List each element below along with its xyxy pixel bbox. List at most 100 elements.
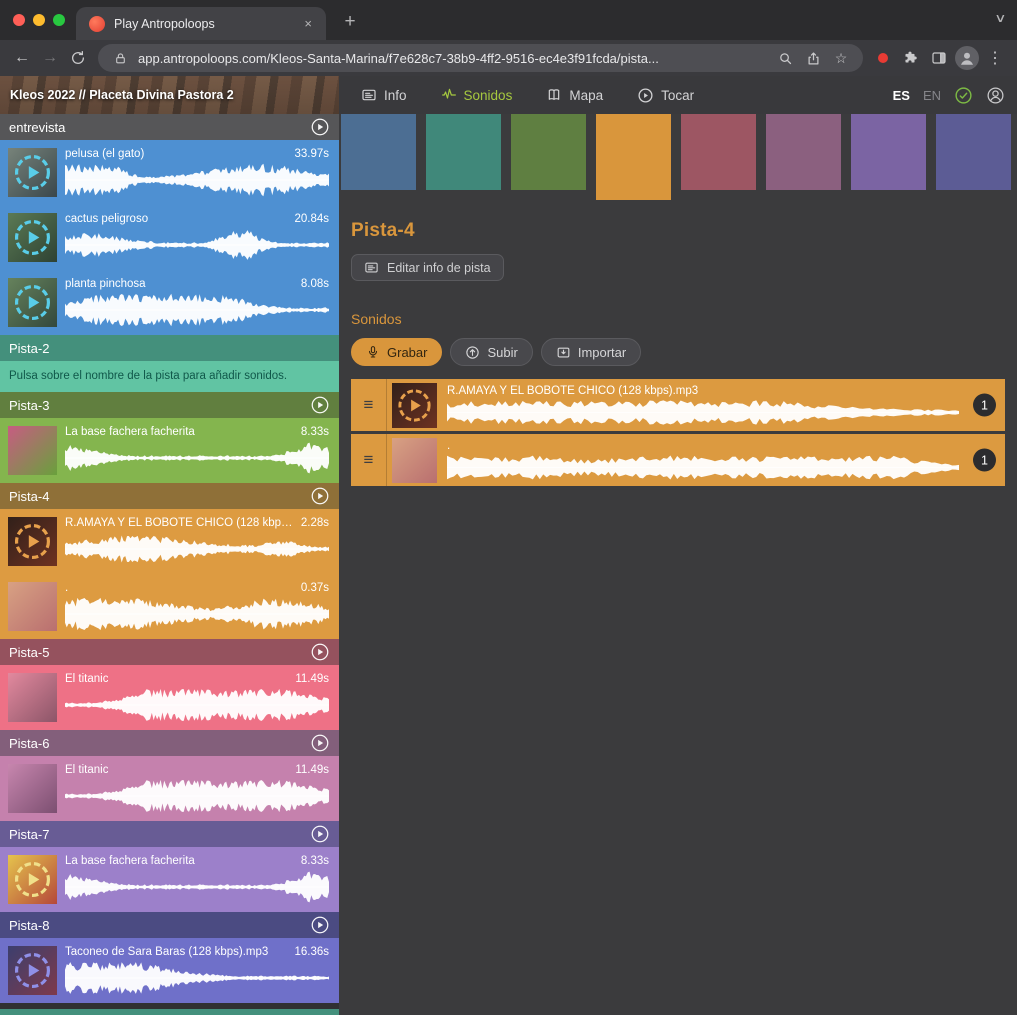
breadcrumb-text: Kleos 2022 // Placeta Divina Pastora 2 <box>10 88 234 102</box>
lang-es[interactable]: ES <box>893 88 910 103</box>
extensions-puzzle-icon[interactable] <box>897 44 925 72</box>
track-header-pista-2[interactable]: Pista-2 <box>0 335 339 361</box>
profile-avatar[interactable] <box>953 44 981 72</box>
track-swatch-3[interactable] <box>511 114 586 190</box>
sound-clip[interactable]: Taconeo de Sara Baras (128 kbps).mp3 16.3… <box>0 938 339 1003</box>
track-play-button[interactable] <box>310 733 330 753</box>
clip-body: El titanic11.49s <box>65 763 329 814</box>
track-swatch-5[interactable] <box>681 114 756 190</box>
clip-body: cactus peligroso20.84s <box>65 212 329 263</box>
sound-thumbnail <box>392 438 437 483</box>
sonidos-icon <box>441 87 457 103</box>
tab-close-icon[interactable]: × <box>300 15 316 32</box>
clip-duration: 2.28s <box>301 516 329 531</box>
lang-en[interactable]: EN <box>923 88 941 103</box>
sound-actions: Grabar Subir Importar <box>351 338 1005 366</box>
clip-body: La base fachera facherita8.33s <box>65 425 329 476</box>
subir-button[interactable]: Subir <box>450 338 532 366</box>
track-section-pista-6: Pista-6 El titanic11.49s <box>0 730 339 821</box>
sound-clip[interactable]: El titanic11.49s <box>0 756 339 821</box>
lock-icon <box>110 48 130 68</box>
track-header-pista-7[interactable]: Pista-7 <box>0 821 339 847</box>
nav-label: Info <box>384 88 407 103</box>
back-button[interactable]: ← <box>8 44 36 72</box>
address-bar[interactable]: app.antropoloops.com/Kleos-Santa-Marina/… <box>98 44 863 72</box>
zoom-icon[interactable] <box>775 48 795 68</box>
track-header-entrevista[interactable]: entrevista <box>0 114 339 140</box>
new-tab-button[interactable]: + <box>337 9 363 35</box>
importar-button[interactable]: Importar <box>541 338 641 366</box>
subir-icon <box>465 345 480 360</box>
sound-clip[interactable]: La base fachera facherita8.33s <box>0 847 339 912</box>
track-header-pista-6[interactable]: Pista-6 <box>0 730 339 756</box>
clip-play-icon[interactable] <box>8 148 57 197</box>
tab-mapa[interactable]: Mapa <box>546 87 603 103</box>
bookmark-star-icon[interactable]: ☆ <box>831 48 851 68</box>
sound-clip[interactable]: pelusa (el gato)33.97s <box>0 140 339 205</box>
track-play-button[interactable] <box>310 117 330 137</box>
track-play-button[interactable] <box>310 395 330 415</box>
track-swatch-7[interactable] <box>851 114 926 190</box>
clip-play-icon[interactable] <box>8 213 57 262</box>
recorder-extension-icon[interactable] <box>869 44 897 72</box>
track-header-pista-8[interactable]: Pista-8 <box>0 912 339 938</box>
sound-clip[interactable]: .0.37s <box>0 574 339 639</box>
clip-play-icon[interactable] <box>8 517 57 566</box>
minimize-window-button[interactable] <box>33 14 45 26</box>
sound-clip[interactable]: R.AMAYA Y EL BOBOTE CHICO (128 kbps)....… <box>0 509 339 574</box>
fullscreen-window-button[interactable] <box>53 14 65 26</box>
track-swatch-6[interactable] <box>766 114 841 190</box>
clip-play-icon[interactable] <box>8 855 57 904</box>
drag-handle-icon[interactable]: ≡ <box>351 379 387 431</box>
track-section-pista-3: Pista-3 La base fachera facherita8.33s <box>0 392 339 483</box>
sound-clip[interactable]: El titanic11.49s <box>0 665 339 730</box>
header-right: ES EN <box>893 76 1017 114</box>
forward-button[interactable]: → <box>36 44 64 72</box>
close-window-button[interactable] <box>13 14 25 26</box>
account-icon[interactable] <box>986 86 1005 105</box>
track-play-button[interactable] <box>310 642 330 662</box>
clip-title: El titanic <box>65 763 108 778</box>
tab-info[interactable]: Info <box>361 87 407 103</box>
clip-play-icon[interactable] <box>8 946 57 995</box>
clip-thumbnail <box>8 426 57 475</box>
track-play-button[interactable] <box>310 486 330 506</box>
sound-clip[interactable]: cactus peligroso20.84s <box>0 205 339 270</box>
sound-clip[interactable]: La base fachera facherita8.33s <box>0 418 339 483</box>
browser-menu-icon[interactable]: ⋮ <box>981 44 1009 72</box>
tab-sonidos[interactable]: Sonidos <box>441 87 513 103</box>
track-header-pista-5[interactable]: Pista-5 <box>0 639 339 665</box>
tab-search-chevron-icon[interactable]: ∨ <box>994 11 1006 25</box>
nav-label: Mapa <box>569 88 603 103</box>
sound-title: R.AMAYA Y EL BOBOTE CHICO (128 kbps).mp3 <box>447 384 959 399</box>
track-header-pista-4[interactable]: Pista-4 <box>0 483 339 509</box>
share-icon[interactable] <box>803 48 823 68</box>
track-swatch-4[interactable] <box>596 114 671 200</box>
clip-thumbnail <box>8 855 57 904</box>
clip-title: R.AMAYA Y EL BOBOTE CHICO (128 kbps).... <box>65 516 295 531</box>
tab-tocar[interactable]: Tocar <box>637 87 694 104</box>
side-panel-icon[interactable] <box>925 44 953 72</box>
reload-button[interactable] <box>64 44 92 72</box>
track-swatch-8[interactable] <box>936 114 1011 190</box>
clip-play-icon[interactable] <box>8 278 57 327</box>
track-play-button[interactable] <box>310 915 330 935</box>
clip-duration: 20.84s <box>294 212 329 227</box>
sounds-heading: Sonidos <box>351 311 1005 327</box>
track-swatch-1[interactable] <box>341 114 416 190</box>
track-swatch-2[interactable] <box>426 114 501 190</box>
track-play-button[interactable] <box>310 824 330 844</box>
clip-play-icon[interactable] <box>392 383 437 428</box>
grabar-button[interactable]: Grabar <box>351 338 442 366</box>
drag-handle-icon[interactable]: ≡ <box>351 434 387 486</box>
sound-clip[interactable]: planta pinchosa8.08s <box>0 270 339 335</box>
track-header-pista-3[interactable]: Pista-3 <box>0 392 339 418</box>
edit-track-info-button[interactable]: Editar info de pista <box>351 254 504 281</box>
clip-body: El titanic11.49s <box>65 672 329 723</box>
breadcrumb[interactable]: Kleos 2022 // Placeta Divina Pastora 2 <box>0 76 339 114</box>
sound-row[interactable]: ≡.1 <box>351 434 1005 486</box>
clip-title: Taconeo de Sara Baras (128 kbps).mp3 <box>65 945 268 960</box>
browser-tab[interactable]: Play Antropoloops × <box>76 7 326 40</box>
sound-row[interactable]: ≡ R.AMAYA Y EL BOBOTE CHICO (128 kbps).mp… <box>351 379 1005 431</box>
clip-duration: 16.36s <box>294 945 329 960</box>
